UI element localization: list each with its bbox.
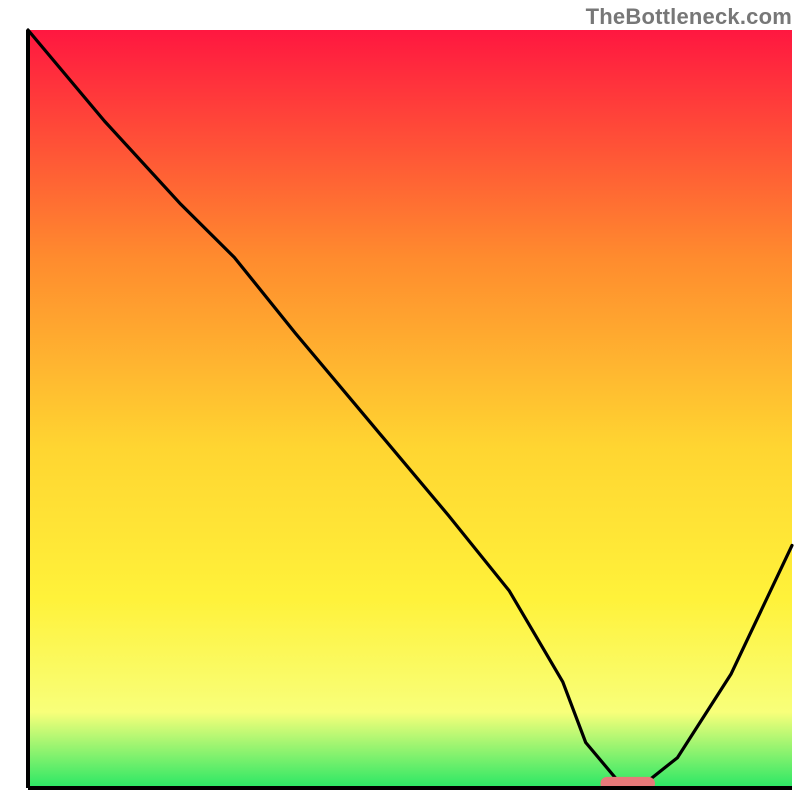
watermark-label: TheBottleneck.com (586, 4, 792, 30)
bottleneck-chart (0, 0, 800, 800)
chart-container: TheBottleneck.com (0, 0, 800, 800)
plot-area (28, 30, 792, 790)
gradient-background (28, 30, 792, 788)
